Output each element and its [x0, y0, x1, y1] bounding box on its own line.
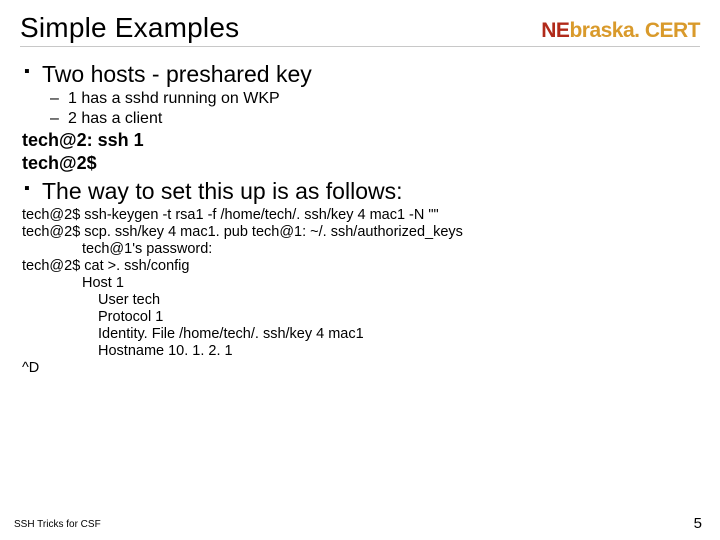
subbullet-sshd: 1 has a sshd running on WKP	[20, 90, 700, 108]
setup-password-prompt: tech@1's password:	[20, 241, 700, 257]
bullet-two-hosts: Two hosts - preshared key	[20, 61, 700, 88]
footer-title: SSH Tricks for CSF	[14, 519, 101, 530]
setup-hostname: Hostname 10. 1. 2. 1	[20, 343, 700, 359]
slide-header: Simple Examples NEbraska. CERT	[20, 12, 700, 47]
setup-protocol: Protocol 1	[20, 309, 700, 325]
brand-prefix: NE	[541, 19, 569, 42]
subbullet-client: 2 has a client	[20, 110, 700, 128]
bullet-setup: The way to set this up is as follows:	[20, 178, 700, 205]
setup-keygen: tech@2$ ssh-keygen -t rsa1 -f /home/tech…	[20, 207, 700, 223]
slide-content: Two hosts - preshared key 1 has a sshd r…	[20, 47, 700, 376]
slide: Simple Examples NEbraska. CERT Two hosts…	[0, 0, 720, 540]
example-line-2: tech@2$	[20, 153, 700, 174]
brand-logo: NEbraska. CERT	[541, 19, 700, 43]
setup-cat: tech@2$ cat >. ssh/config	[20, 258, 700, 274]
setup-ctrl-d: ^D	[20, 360, 700, 376]
setup-scp: tech@2$ scp. ssh/key 4 mac1. pub tech@1:…	[20, 224, 700, 240]
setup-identityfile: Identity. File /home/tech/. ssh/key 4 ma…	[20, 326, 700, 342]
slide-title: Simple Examples	[20, 12, 239, 44]
example-line-1: tech@2: ssh 1	[20, 130, 700, 151]
brand-suffix: braska. CERT	[569, 19, 700, 42]
page-number: 5	[694, 515, 702, 532]
setup-host: Host 1	[20, 275, 700, 291]
setup-user: User tech	[20, 292, 700, 308]
